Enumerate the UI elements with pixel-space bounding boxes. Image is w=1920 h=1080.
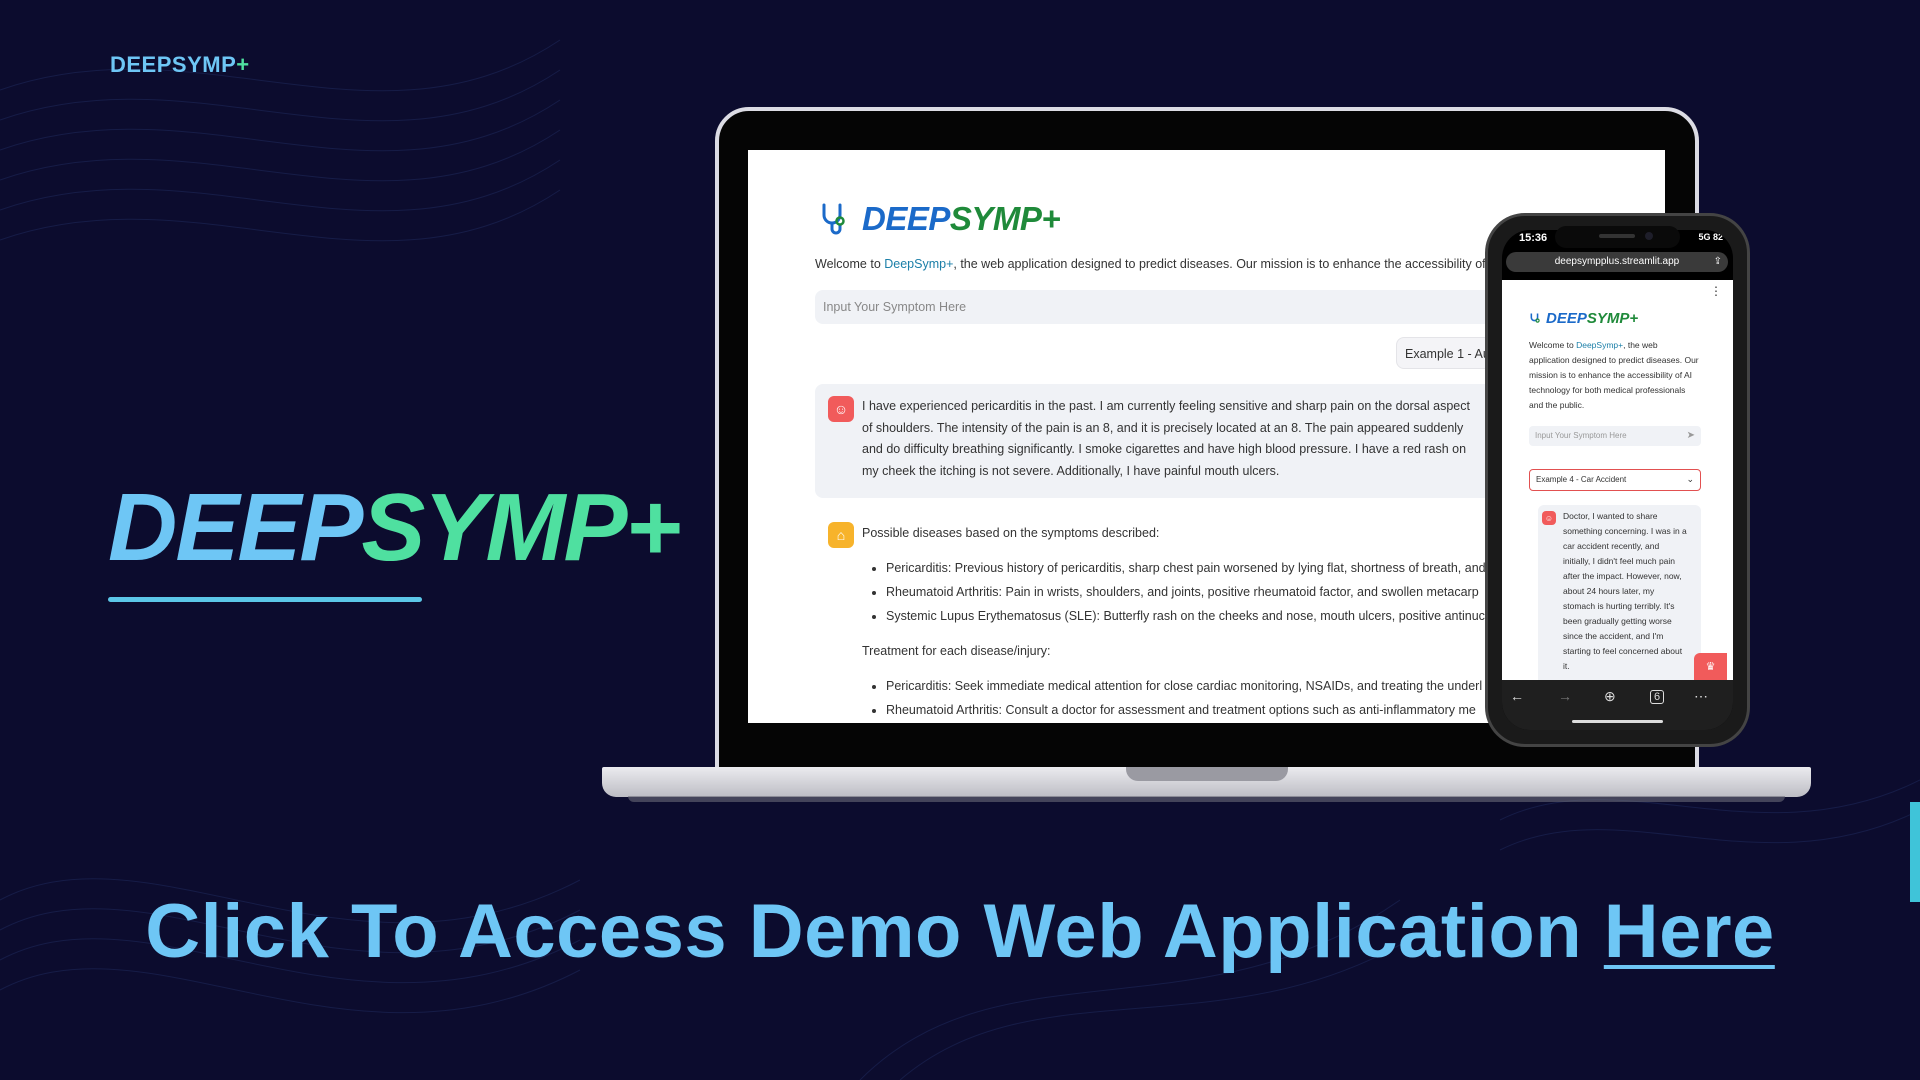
- phone-welcome-text: Welcome to DeepSymp+, the web applicatio…: [1529, 338, 1699, 413]
- stethoscope-icon: [822, 203, 845, 235]
- url-bar[interactable]: deepsympplus.streamlit.app ⇪: [1506, 252, 1728, 272]
- corner-brand-part2: +: [236, 52, 250, 77]
- phone-select-value: Example 4 - Car Accident: [1536, 475, 1627, 484]
- hero-title: DEEPSYMP+: [108, 480, 682, 576]
- home-indicator: [1572, 720, 1663, 723]
- phone-screen: 15:36 5G 82 deepsympplus.streamlit.app ⇪…: [1502, 230, 1733, 730]
- disease-list: Pericarditis: Previous history of perica…: [862, 556, 1488, 628]
- list-item: Systemic Lupus Erythematosus (SLE): Butt…: [886, 604, 1488, 628]
- app-logo-part2: SYMP+: [949, 200, 1061, 237]
- hero-title-part1: DEEP: [108, 474, 363, 581]
- network-label: 5G: [1698, 232, 1711, 242]
- phone-user-message: ☺ Doctor, I wanted to share something co…: [1538, 505, 1701, 685]
- user-avatar-icon: ☺: [1542, 511, 1556, 525]
- tabs-icon[interactable]: 6: [1650, 690, 1665, 704]
- more-icon[interactable]: ⋯: [1694, 688, 1708, 705]
- welcome-prefix: Welcome to: [815, 257, 885, 271]
- phone-welcome-suffix: , the web application designed to predic…: [1529, 340, 1699, 410]
- laptop-notch: [1126, 767, 1288, 781]
- share-icon[interactable]: ⇪: [1714, 252, 1722, 272]
- treatment-list: Pericarditis: Seek immediate medical att…: [862, 674, 1482, 722]
- user-avatar-icon: ☺: [828, 396, 854, 422]
- phone-page: ⋮ DEEPSYMP+ Welcome to DeepSymp+, the we…: [1502, 280, 1733, 685]
- response-intro: Possible diseases based on the symptoms …: [862, 526, 1160, 540]
- forward-arrow-icon[interactable]: →: [1558, 688, 1572, 704]
- corner-brand-part1: DEEPSYMP: [110, 52, 237, 77]
- phone-logo-part1: DEEP: [1546, 310, 1587, 327]
- cta-prefix: Click To Access Demo Web Application: [145, 889, 1604, 974]
- hero-title-part2: SYMP+: [361, 474, 681, 581]
- browser-nav-bar: ← → ⊕ 6 ⋯: [1502, 680, 1733, 730]
- right-accent-bar: [1910, 802, 1920, 902]
- laptop-shadow: [628, 796, 1785, 802]
- phone-logo-part2: SYMP+: [1586, 310, 1639, 327]
- battery-level: 82: [1712, 232, 1723, 242]
- url-text: deepsympplus.streamlit.app: [1554, 256, 1680, 267]
- list-item: Pericarditis: Previous history of perica…: [886, 556, 1488, 580]
- hero-underline: [108, 597, 422, 602]
- phone-input-placeholder: Input Your Symptom Here: [1535, 431, 1627, 440]
- phone-speaker: [1599, 234, 1635, 238]
- phone-symptom-input[interactable]: Input Your Symptom Here ➤: [1529, 426, 1701, 446]
- corner-brand-logo: DEEPSYMP+: [110, 52, 250, 78]
- chevron-down-icon: ⌄: [1686, 474, 1694, 484]
- send-icon[interactable]: ➤: [1687, 426, 1695, 446]
- status-time: 15:36: [1519, 232, 1548, 244]
- crown-icon[interactable]: ♛: [1694, 653, 1727, 680]
- assistant-avatar-icon: ⌂: [828, 522, 854, 548]
- list-item: Pericarditis: Seek immediate medical att…: [886, 674, 1482, 698]
- list-item: Rheumatoid Arthritis: Pain in wrists, sh…: [886, 580, 1488, 604]
- list-item: Rheumatoid Arthritis: Consult a doctor f…: [886, 698, 1482, 722]
- kebab-menu-icon[interactable]: ⋮: [1710, 284, 1722, 298]
- phone-welcome-prefix: Welcome to: [1529, 340, 1577, 350]
- cta-here-link[interactable]: Here: [1604, 889, 1775, 974]
- welcome-suffix: , the web application designed to predic…: [953, 257, 1486, 271]
- treatment-label: Treatment for each disease/injury:: [862, 644, 1051, 658]
- phone-message-text: Doctor, I wanted to share something conc…: [1563, 511, 1687, 671]
- phone-example-select[interactable]: Example 4 - Car Accident ⌄: [1529, 469, 1701, 491]
- user-message-text: I have experienced pericarditis in the p…: [862, 399, 1470, 478]
- phone-app-logo: DEEPSYMP+: [1529, 310, 1638, 327]
- back-arrow-icon[interactable]: ←: [1510, 688, 1524, 704]
- cta-text: Click To Access Demo Web Application Her…: [0, 888, 1920, 975]
- deepsymp-link[interactable]: DeepSymp+: [884, 257, 953, 271]
- status-network: 5G 82: [1698, 232, 1723, 242]
- phone-camera: [1645, 232, 1653, 240]
- stethoscope-icon: [1530, 313, 1540, 323]
- app-logo-part1: DEEP: [862, 200, 950, 237]
- app-logo: DEEPSYMP+: [818, 200, 1061, 238]
- phone-deepsymp-link[interactable]: DeepSymp+: [1576, 340, 1623, 350]
- new-tab-icon[interactable]: ⊕: [1604, 688, 1616, 705]
